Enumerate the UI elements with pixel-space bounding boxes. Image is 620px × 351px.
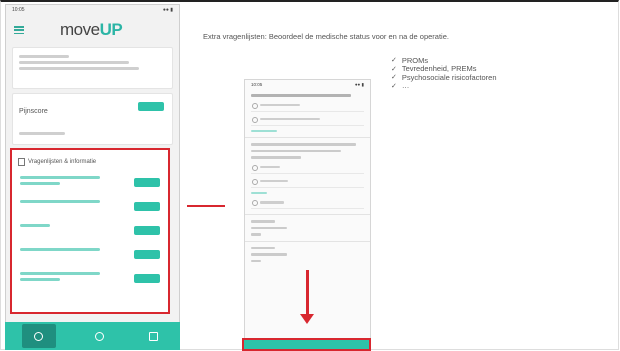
status-bar: 10:05 ●● ▮ (245, 80, 370, 90)
checkmark-icon: ✓ (391, 74, 397, 82)
questionnaire-types-list: ✓ PROMs ✓ Tevredenheid, PREMs ✓ Psychosocia… (391, 55, 497, 91)
menu-item[interactable] (18, 172, 162, 196)
menu-item[interactable] (18, 244, 162, 268)
menu-item[interactable] (18, 220, 162, 244)
status-icons: ●● ▮ (162, 7, 173, 13)
home-icon (34, 331, 44, 341)
pain-score-button[interactable] (138, 102, 164, 111)
app-logo: moveUP (60, 20, 123, 39)
answer-option[interactable] (251, 115, 364, 126)
list-item: ✓… (391, 81, 410, 91)
status-time: 10:05 (12, 7, 25, 13)
answer-option[interactable] (251, 198, 364, 209)
pain-score-card[interactable]: Pijnscore (12, 93, 173, 145)
nav-home[interactable] (21, 324, 56, 348)
status-time: 10:05 (251, 82, 263, 87)
bottom-navigation (5, 322, 180, 350)
nav-messages[interactable] (143, 329, 163, 343)
status-icons: ●● ▮ (354, 82, 364, 87)
answer-option[interactable] (251, 177, 364, 188)
checkmark-icon: ✓ (391, 65, 397, 73)
chat-icon (148, 331, 158, 341)
questionnaires-menu-highlight: Vragenlijsten & informatie (10, 148, 170, 314)
checkmark-icon: ✓ (391, 57, 397, 65)
person-icon (94, 331, 104, 341)
answer-option[interactable] (251, 101, 364, 112)
menu-item[interactable] (18, 196, 162, 220)
checkmark-icon: ✓ (391, 82, 397, 90)
status-bar: 10:05 ●● ▮ (6, 5, 179, 17)
pain-score-title: Pijnscore (19, 108, 48, 115)
arrow-down-icon (300, 314, 314, 324)
nav-exercise[interactable] (89, 329, 109, 343)
questionnaires-menu-title: Vragenlijsten & informatie (18, 158, 162, 166)
user-info-card (12, 47, 173, 89)
document-icon (18, 158, 25, 166)
scroll-down-arrow (306, 270, 309, 316)
list-item: ✓ Psychosociale risicofactoren (391, 72, 497, 82)
list-item: ✓ Tevredenheid, PREMs (391, 64, 477, 74)
connector-line (187, 205, 225, 207)
submit-button-highlight[interactable] (242, 338, 371, 351)
slide-headline: Extra vragenlijsten: Beoordeel de medisc… (203, 32, 449, 41)
answer-option[interactable] (251, 163, 364, 174)
hamburger-menu-icon[interactable] (14, 26, 24, 34)
list-item: ✓ PROMs (391, 55, 429, 65)
app-header: moveUP (6, 17, 179, 43)
menu-item[interactable] (18, 268, 162, 292)
